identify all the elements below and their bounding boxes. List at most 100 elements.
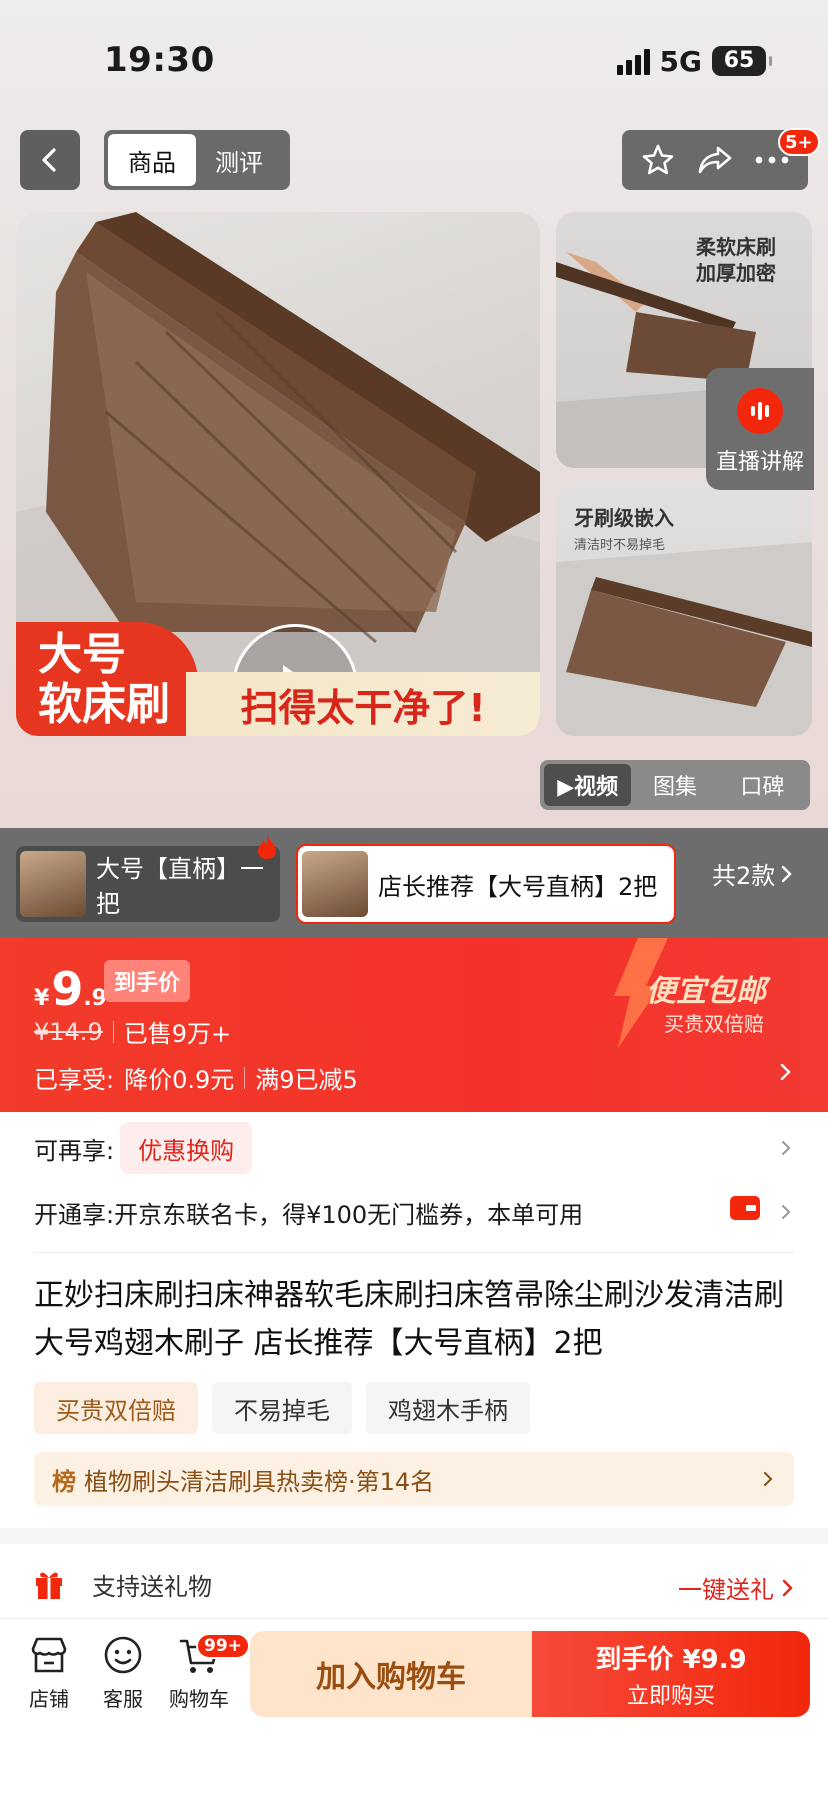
price-meta: ¥14.9 已售9万+ <box>34 1014 231 1049</box>
variant-thumbnail <box>20 851 86 917</box>
discount-price-drop: 降价0.9元 <box>124 1066 235 1094</box>
product-title: 正妙扫床刷扫床神器软毛床刷扫床笤帚除尘刷沙发清洁刷大号鸡翅木刷子 店长推荐【大号… <box>34 1278 784 1361</box>
side-image-2[interactable]: 牙刷级嵌入 清洁时不易掉毛 <box>556 482 812 736</box>
gift-label: 支持送礼物 <box>92 1572 212 1601</box>
discount-row: 已享受: 降价0.9元 满9已减5 <box>34 1060 358 1095</box>
signal-icon <box>616 47 650 75</box>
live-icon <box>737 388 783 434</box>
banner-left-line1: 大号 <box>38 629 126 680</box>
more-icon <box>755 156 789 164</box>
product-page: 19:30 5G 65 商品 测评 5+ 大号 软床刷 扫得太干净了! 柔软床刷… <box>0 0 828 1796</box>
variant-thumbnail <box>302 851 368 917</box>
variant-option[interactable]: 大号【直柄】一把 <box>16 846 280 922</box>
chevron-right-icon <box>782 1141 791 1155</box>
tab-product[interactable]: 商品 <box>108 134 196 186</box>
send-gift-label: 一键送礼 <box>678 1576 774 1604</box>
network-label: 5G <box>659 44 702 78</box>
discount-full-reduction: 满9已减5 <box>255 1066 358 1094</box>
buy-now-button[interactable]: 到手价 ¥9.9 立即购买 <box>532 1631 810 1717</box>
media-tab-reviews[interactable]: 口碑 <box>719 764 806 806</box>
side2-subtitle: 清洁时不易掉毛 <box>574 538 666 553</box>
chevron-right-icon <box>782 1205 791 1219</box>
divider <box>112 1020 114 1043</box>
store-button[interactable]: 店铺 <box>12 1633 86 1712</box>
sold-count: 已售9万+ <box>123 1020 232 1048</box>
final-price-tag: 到手价 <box>104 960 191 1002</box>
side1-title: 柔软床刷 加厚加密 <box>696 234 776 286</box>
credit-card-offer-row[interactable]: 开通享:开京东联名卡，得¥100无门槛券，本单可用 <box>34 1184 794 1240</box>
buy-price-label: 到手价 ¥9.9 <box>595 1644 747 1675</box>
variant-count: 共2款 <box>712 862 776 890</box>
share-button[interactable] <box>693 138 737 182</box>
status-bar: 19:30 5G 65 <box>0 0 828 120</box>
promo-title: 便宜包邮 <box>646 974 766 1009</box>
ranking-text: 植物刷头清洁刷具热卖榜·第14名 <box>84 1467 435 1496</box>
media-tab-video[interactable]: ▶视频 <box>544 764 632 806</box>
product-tag[interactable]: 鸡翅木手柄 <box>366 1382 530 1434</box>
variant-label: 店长推荐【大号直柄】2把 <box>378 872 658 901</box>
variant-option-selected[interactable]: 店长推荐【大号直柄】2把 <box>296 844 676 924</box>
side1-title-line2: 加厚加密 <box>696 261 776 285</box>
chevron-right-icon <box>782 1579 793 1596</box>
promo-banner: 大号 软床刷 扫得太干净了! <box>16 622 540 736</box>
banner-right: 扫得太干净了! <box>186 672 540 736</box>
variant-count-link[interactable]: 共2款 <box>712 856 793 891</box>
trade-in-tag[interactable]: 优惠换购 <box>120 1122 253 1174</box>
divider <box>34 1252 794 1253</box>
tab-review[interactable]: 测评 <box>196 134 282 186</box>
free-shipping-promo[interactable]: 便宜包邮 买贵双倍赔 <box>598 938 828 1048</box>
discount-label: 已享受: <box>34 1066 115 1094</box>
share-icon <box>698 146 732 174</box>
variant-selector: 大号【直柄】一把 店长推荐【大号直柄】2把 共2款 <box>0 828 828 938</box>
product-tags: 买贵双倍赔 不易掉毛 鸡翅木手柄 <box>34 1382 530 1434</box>
extra-benefit-row[interactable]: 可再享: 优惠换购 <box>34 1118 794 1178</box>
divider <box>244 1066 246 1089</box>
live-label: 直播讲解 <box>715 450 804 475</box>
back-button[interactable] <box>20 130 80 190</box>
star-icon <box>643 144 674 175</box>
customer-service-icon <box>104 1636 142 1674</box>
favorite-button[interactable] <box>636 138 680 182</box>
buy-now-label: 立即购买 <box>626 1683 715 1709</box>
live-stream-button[interactable]: 直播讲解 <box>706 368 814 490</box>
store-label: 店铺 <box>29 1687 69 1711</box>
media-tabs: ▶视频 图集 口碑 <box>540 760 810 810</box>
extra-benefit-label: 可再享: <box>34 1136 115 1165</box>
media-tab-gallery[interactable]: 图集 <box>631 764 718 806</box>
ranking-icon: 榜 <box>52 1467 76 1496</box>
gift-row[interactable]: 支持送礼物 一键送礼 <box>34 1556 794 1612</box>
cart-count-badge: 99+ <box>196 1633 250 1659</box>
credit-card-icon <box>730 1196 760 1220</box>
bottom-action-bar: 店铺 客服 购物车 99+ 加入购物车 到手价 ¥9.9 立即购买 <box>0 1618 828 1796</box>
original-price: ¥14.9 <box>34 1017 103 1046</box>
store-icon <box>31 1637 67 1673</box>
product-tag[interactable]: 不易掉毛 <box>212 1382 352 1434</box>
price-integer: 9 <box>51 962 84 1016</box>
hero-area: 19:30 5G 65 商品 测评 5+ 大号 软床刷 扫得太干净了! 柔软床刷… <box>0 0 828 828</box>
credit-card-offer-text: 开通享:开京东联名卡，得¥100无门槛券，本单可用 <box>34 1200 584 1229</box>
price-bar[interactable]: ¥ 9 .9 到手价 ¥14.9 已售9万+ 已享受: 降价0.9元 满9已减5… <box>0 938 828 1112</box>
customer-service-label: 客服 <box>103 1687 143 1711</box>
notification-badge: 5+ <box>778 128 820 156</box>
cart-label: 购物车 <box>169 1687 229 1711</box>
final-price: ¥ 9 .9 <box>34 962 107 1016</box>
currency-symbol: ¥ <box>34 986 50 1011</box>
hot-flame-icon <box>258 835 276 859</box>
chevron-right-icon <box>764 1472 773 1486</box>
promo-subtitle: 买贵双倍赔 <box>664 1012 764 1036</box>
send-gift-link[interactable]: 一键送礼 <box>678 1570 794 1605</box>
status-indicators: 5G 65 <box>616 44 772 78</box>
status-time: 19:30 <box>104 40 215 80</box>
customer-service-button[interactable]: 客服 <box>86 1633 160 1712</box>
ranking-bar[interactable]: 榜 植物刷头清洁刷具热卖榜·第14名 <box>34 1452 794 1506</box>
gift-icon <box>36 1572 62 1599</box>
product-tag[interactable]: 买贵双倍赔 <box>34 1382 198 1434</box>
page-tabs: 商品 测评 <box>104 130 290 190</box>
add-to-cart-button[interactable]: 加入购物车 <box>250 1631 532 1717</box>
banner-left-line2: 软床刷 <box>38 679 170 730</box>
battery-icon: 65 <box>712 46 772 76</box>
chevron-left-icon <box>42 148 56 172</box>
chevron-right-icon <box>782 865 792 882</box>
variant-label: 大号【直柄】一把 <box>96 855 264 918</box>
side2-title: 牙刷级嵌入 <box>574 506 674 530</box>
